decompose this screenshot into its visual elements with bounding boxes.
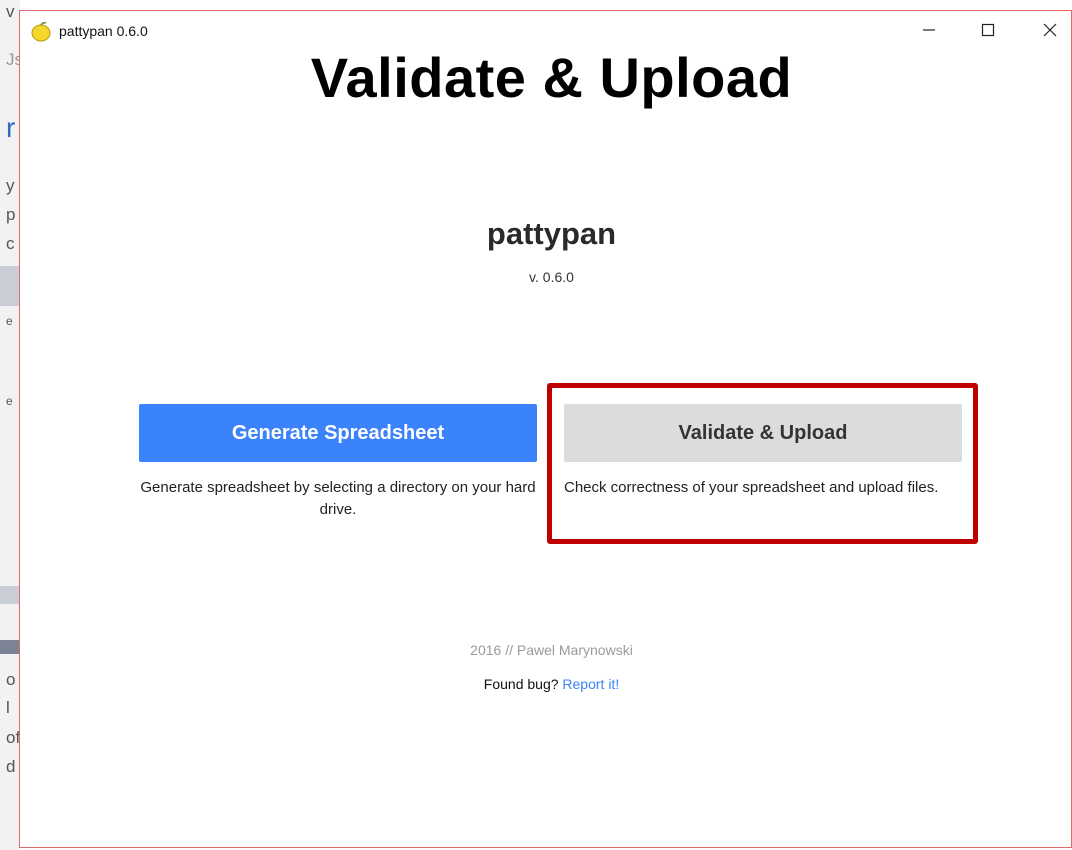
app-version: v. 0.6.0: [529, 269, 574, 285]
background-text-fragment: p: [6, 205, 16, 224]
background-text-fragment: r: [6, 112, 16, 143]
app-window: pattypan 0.6.0 Validate & Upload pattypa…: [19, 10, 1072, 848]
close-button[interactable]: [1034, 19, 1066, 45]
background-panel: [0, 586, 20, 604]
background-text-fragment: c: [6, 234, 15, 253]
validate-upload-button[interactable]: Validate & Upload: [564, 404, 962, 462]
minimize-button[interactable]: [913, 19, 945, 45]
maximize-icon: [981, 23, 995, 42]
close-icon: [1043, 23, 1057, 42]
background-window: v Js r y p c e e o l of d: [0, 0, 20, 850]
minimize-icon: [922, 23, 936, 42]
background-text-fragment: Js: [6, 50, 20, 69]
background-text-fragment: d: [6, 757, 16, 776]
background-text-fragment: v: [6, 2, 15, 21]
bug-prompt-text: Found bug?: [483, 676, 559, 692]
generate-spreadsheet-description: Generate spreadsheet by selecting a dire…: [140, 479, 536, 518]
report-bug-link[interactable]: Report it!: [562, 676, 619, 692]
background-text-fragment: y: [6, 176, 15, 195]
window-title: pattypan 0.6.0: [59, 23, 148, 39]
overlay-heading: Validate & Upload: [310, 46, 793, 109]
background-text-fragment: e: [6, 394, 13, 408]
footer-credit: 2016 // Pawel Marynowski: [470, 642, 633, 658]
app-name: pattypan: [486, 216, 617, 251]
validate-upload-description: Check correctness of your spreadsheet an…: [564, 479, 939, 496]
maximize-button[interactable]: [972, 19, 1004, 45]
generate-spreadsheet-button[interactable]: Generate Spreadsheet: [139, 404, 537, 462]
background-text-fragment: of: [6, 728, 20, 747]
background-text-fragment: o: [6, 670, 16, 689]
background-panel: [0, 266, 20, 306]
background-panel: [0, 640, 20, 654]
background-text-fragment: l: [6, 698, 10, 717]
footer-bug-report: Found bug? Report it!: [20, 676, 1072, 692]
background-text-fragment: e: [6, 314, 13, 328]
lemon-app-icon: [30, 21, 52, 43]
